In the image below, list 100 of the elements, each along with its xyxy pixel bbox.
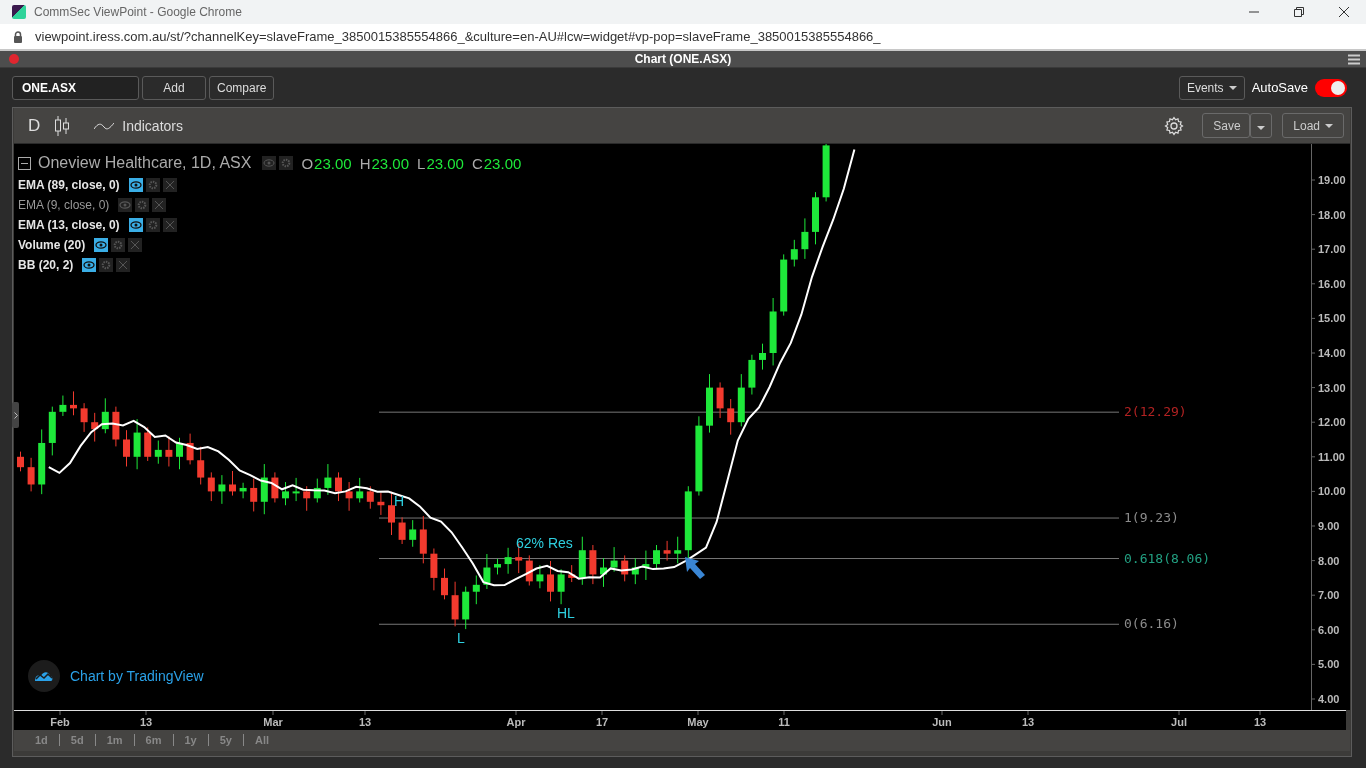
eye-icon[interactable] bbox=[82, 258, 97, 273]
candlestick bbox=[229, 470, 236, 497]
lock-icon bbox=[13, 30, 23, 43]
eye-icon[interactable] bbox=[128, 178, 143, 193]
restore-icon[interactable] bbox=[1293, 6, 1305, 18]
candlestick bbox=[197, 446, 205, 486]
price-axis-label: 10.00 bbox=[1318, 485, 1346, 498]
candlestick bbox=[398, 516, 406, 545]
candlestick bbox=[207, 471, 215, 502]
candlestick bbox=[674, 536, 682, 564]
close-dot-icon[interactable] bbox=[9, 54, 19, 64]
load-dropdown[interactable]: Load bbox=[1282, 113, 1344, 139]
caret-icon bbox=[1257, 125, 1266, 130]
browser-title: CommSec ViewPoint - Google Chrome bbox=[34, 5, 242, 19]
eye-icon[interactable] bbox=[128, 218, 143, 233]
candlestick bbox=[186, 433, 194, 465]
price-axis-label: 12.00 bbox=[1318, 416, 1346, 429]
save-button[interactable]: Save bbox=[1202, 113, 1251, 139]
arrow-icon bbox=[685, 557, 705, 580]
time-axis-label: 13 bbox=[1253, 716, 1267, 729]
candlestick bbox=[38, 429, 46, 495]
events-dropdown[interactable]: Events bbox=[1178, 75, 1245, 100]
settings-icon[interactable] bbox=[1164, 115, 1185, 136]
candlestick bbox=[663, 540, 671, 562]
eye-icon[interactable] bbox=[94, 238, 109, 253]
time-axis-label: 13 bbox=[1021, 716, 1035, 729]
remove-icon[interactable] bbox=[162, 178, 177, 193]
time-axis-label: May bbox=[687, 716, 709, 729]
time-axis-label: 13 bbox=[358, 716, 372, 729]
remove-icon[interactable] bbox=[128, 238, 143, 253]
indicator-label: EMA (13, close, 0) bbox=[18, 218, 120, 233]
candlestick bbox=[345, 481, 353, 512]
remove-icon[interactable] bbox=[162, 218, 177, 233]
indicator-label: Volume (20) bbox=[18, 238, 86, 253]
candlestick bbox=[313, 478, 321, 504]
candlestick bbox=[112, 406, 120, 447]
time-axis-label: Apr bbox=[506, 716, 526, 729]
symbol-field[interactable]: ONE.ASX bbox=[12, 75, 139, 100]
candlestick bbox=[759, 343, 766, 371]
candlestick bbox=[568, 564, 576, 583]
toolbar-button[interactable]: Add bbox=[142, 75, 206, 100]
candlestick bbox=[70, 391, 77, 416]
candlestick bbox=[335, 471, 342, 502]
candlestick bbox=[430, 548, 438, 591]
window-title: Chart (ONE.ASX) bbox=[634, 52, 732, 66]
candlestick bbox=[462, 586, 470, 630]
price-axis-label: 19.00 bbox=[1318, 174, 1346, 187]
interval-button[interactable]: D bbox=[28, 115, 41, 136]
ohlc-value: H23.00 bbox=[359, 154, 410, 172]
indicator-label: BB (20, 2) bbox=[18, 258, 74, 273]
candlestick bbox=[59, 395, 67, 417]
side-panel-handle[interactable] bbox=[12, 402, 19, 429]
indicator-label: EMA (9, close, 0) bbox=[18, 198, 110, 213]
time-axis-label: Mar bbox=[263, 716, 283, 729]
candlestick bbox=[716, 382, 724, 419]
collapse-icon[interactable] bbox=[18, 156, 31, 170]
toolbar-button[interactable]: Compare bbox=[209, 75, 275, 100]
close-icon[interactable] bbox=[1338, 6, 1350, 18]
candlestick-icon[interactable] bbox=[54, 115, 71, 136]
candlestick bbox=[324, 463, 332, 496]
candlestick bbox=[578, 536, 586, 586]
chart-annotation: HL bbox=[557, 605, 575, 622]
candlestick bbox=[282, 481, 289, 506]
fib-level-label: 0(6.16) bbox=[1124, 616, 1179, 632]
ohlc-value: L23.00 bbox=[417, 154, 464, 172]
indicators-button[interactable]: Indicators bbox=[94, 117, 183, 134]
candlestick bbox=[91, 412, 99, 443]
price-axis-label: 7.00 bbox=[1318, 589, 1340, 602]
price-axis-label: 14.00 bbox=[1318, 347, 1346, 360]
candlestick bbox=[144, 426, 152, 462]
tradingview-logo-icon[interactable] bbox=[28, 660, 60, 693]
candlestick bbox=[621, 555, 629, 582]
chart-annotation: H bbox=[394, 493, 405, 510]
time-axis-label: 11 bbox=[778, 716, 790, 729]
candlestick bbox=[706, 373, 713, 434]
app-logo-icon bbox=[12, 5, 26, 19]
candlestick bbox=[610, 546, 618, 573]
candlestick bbox=[388, 491, 395, 536]
candlestick bbox=[631, 557, 639, 585]
autosave-toggle[interactable] bbox=[1315, 78, 1347, 97]
save-options-button[interactable] bbox=[1250, 113, 1273, 139]
candlestick bbox=[48, 406, 56, 456]
fib-level-label: 1(9.23) bbox=[1124, 510, 1179, 526]
chart-annotation: L bbox=[457, 630, 465, 647]
candlestick bbox=[176, 437, 183, 470]
menu-icon[interactable] bbox=[1348, 54, 1360, 65]
candlestick bbox=[17, 451, 24, 472]
candlestick bbox=[494, 558, 501, 575]
candlestick bbox=[101, 397, 109, 434]
fib-level-label: 0.618(8.06) bbox=[1124, 550, 1211, 566]
candlestick bbox=[727, 398, 735, 436]
candlestick bbox=[260, 463, 268, 515]
remove-icon[interactable] bbox=[152, 198, 167, 213]
candlestick bbox=[822, 144, 830, 203]
autosave-label: AutoSave bbox=[1251, 80, 1308, 95]
candlestick bbox=[525, 555, 533, 587]
remove-icon[interactable] bbox=[116, 258, 131, 273]
attribution-link[interactable]: Chart by TradingView bbox=[70, 668, 204, 685]
chart-symbol-title: Oneview Healthcare, 1D, ASX bbox=[38, 154, 252, 173]
candlestick bbox=[154, 440, 162, 465]
